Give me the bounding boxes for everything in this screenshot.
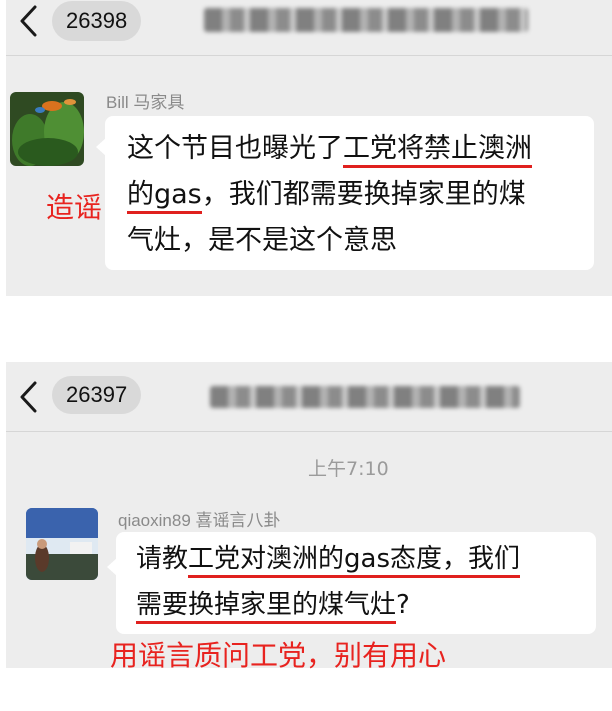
message-text: 请教 <box>136 544 189 574</box>
message-line-3: 气灶，是不是这个意思 <box>127 225 397 256</box>
message-bubble[interactable]: 请教工党对澳洲的gas态度，我们 需要换掉家里的煤气灶? <box>107 532 596 634</box>
sender-name: qiaoxin89 喜谣言八卦 <box>118 511 281 530</box>
message-bubble[interactable]: 这个节目也曝光了工党将禁止澳洲 的gas，我们都需要换掉家里的煤 气灶，是不是这… <box>96 116 594 270</box>
message-line-2: 的gas，我们都需要换掉家里的煤 <box>127 172 532 218</box>
chat-screenshot-top: 26398 Bill 马家具 这个节目也曝光了工党将禁止澳洲 的gas，我们都需… <box>6 0 612 296</box>
chat-title-blurred <box>204 8 528 32</box>
chat-screenshot-bottom: 26397 上午7:10 qiaoxin89 喜谣言八卦 请教工党对澳洲的gas… <box>6 362 612 668</box>
chat-header: 26398 <box>6 0 612 56</box>
annotation-top: 造谣 <box>46 191 103 224</box>
message-text: ? <box>396 590 410 620</box>
message-line-2: 需要换掉家里的煤气灶? <box>136 582 520 628</box>
sender-name: Bill 马家具 <box>106 93 185 112</box>
message-line-1: 请教工党对澳洲的gas态度，我们 <box>136 536 520 582</box>
message-timestamp: 上午7:10 <box>308 458 389 480</box>
header-divider <box>6 55 612 56</box>
underlined-claim: 需要换掉家里的煤气灶 <box>136 590 397 624</box>
chevron-left-icon[interactable] <box>18 4 40 38</box>
chevron-left-icon[interactable] <box>18 380 40 414</box>
chat-header: 26397 <box>6 362 612 432</box>
unread-count-badge[interactable]: 26398 <box>52 1 142 41</box>
unread-count-badge[interactable]: 26397 <box>52 376 142 414</box>
header-divider <box>6 431 612 432</box>
underlined-claim: 工党将禁止澳洲 <box>343 133 532 168</box>
message-text: ，我们都需要换掉家里的煤 <box>201 179 526 210</box>
message-text: 这个节目也曝光了 <box>127 133 343 164</box>
bubble-tail <box>96 138 106 156</box>
underlined-claim: 工党对澳洲的gas态度，我们 <box>188 544 520 578</box>
underlined-claim: 的gas <box>127 179 202 214</box>
bubble-tail <box>107 558 117 576</box>
annotation-bottom: 用谣言质问工党，别有用心 <box>110 639 447 672</box>
chat-title-blurred <box>210 386 520 408</box>
avatar[interactable] <box>26 508 98 580</box>
message-line-1: 这个节目也曝光了工党将禁止澳洲 <box>127 126 532 172</box>
avatar[interactable] <box>10 92 84 166</box>
